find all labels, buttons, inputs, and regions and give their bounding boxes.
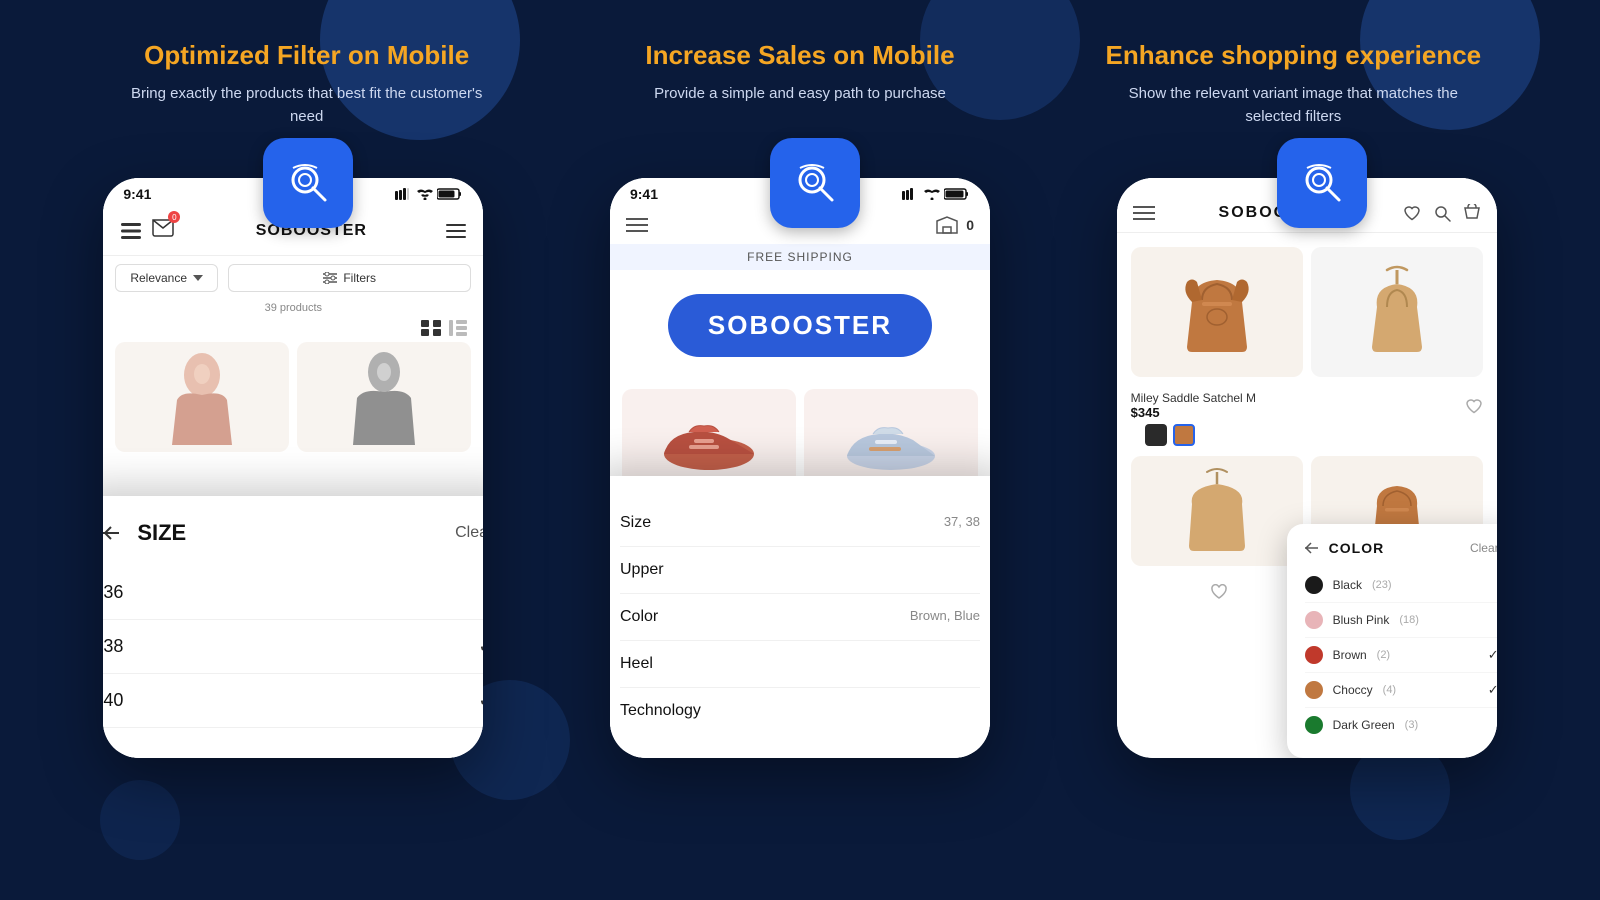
color-black[interactable]: Black (23) [1305,568,1497,603]
check-choccy: ✓ [1488,682,1497,698]
filter-technology[interactable]: Technology [620,688,980,734]
product-thumb-2 [297,342,471,452]
feature-desc-3: Show the relevant variant image that mat… [1103,83,1483,128]
feature-desc-1: Bring exactly the products that best fit… [117,83,497,128]
app-badge-1 [263,138,353,228]
feature-block-1: Optimized Filter on Mobile Bring exactly… [117,40,497,128]
swatch-dark[interactable] [1145,424,1167,446]
check-brown: ✓ [1488,647,1497,663]
phone-1-frame: 9:41 0 SOBOO [103,178,483,758]
phone1-time: 9:41 [123,186,151,202]
color-panel-title: COLOR [1329,540,1385,556]
feature-block-2: Increase Sales on Mobile Provide a simpl… [610,40,990,128]
color-brown[interactable]: Brown (2) ✓ [1305,638,1497,673]
filter-button[interactable]: Filters [228,264,471,292]
phone-3-frame: SOBOOSTER [1117,178,1497,758]
products-count: 39 products [103,300,483,320]
check-38: ✓ [478,636,483,657]
filter-heel[interactable]: Heel [620,641,980,688]
sort-dropdown[interactable]: Relevance [115,264,218,292]
product-info: Miley Saddle Satchel M $345 [1117,391,1497,452]
size-clear-button[interactable]: Clear [455,524,483,542]
bags-grid [1117,233,1497,391]
bag-2 [1311,247,1483,377]
color-dot-blush [1305,611,1323,629]
color-clear-button[interactable]: Clear [1470,541,1497,555]
filter-popup: Size 37, 38 Upper Color Brown, Blue Heel… [610,476,990,758]
product-price: $345 [1131,405,1256,420]
free-shipping-bar: FREE SHIPPING [610,244,990,270]
color-dot-choccy [1305,681,1323,699]
feature-block-3: Enhance shopping experience Show the rel… [1103,40,1483,128]
size-panel-title: SIZE [137,520,186,546]
bag-1 [1131,247,1303,377]
feature-title-1: Optimized Filter on Mobile [117,40,497,71]
phone2-brand: SOBOOSTER [708,310,892,341]
check-40: ✓ [478,690,483,711]
shoe-1 [622,389,796,489]
feature-title-2: Increase Sales on Mobile [610,40,990,71]
color-dot-brown [1305,646,1323,664]
phone-3-wrapper: SOBOOSTER [1097,148,1517,758]
phone3-header-icons [1403,204,1481,222]
feature-desc-2: Provide a simple and easy path to purcha… [610,83,990,106]
swatch-brown[interactable] [1173,424,1195,446]
filter-color[interactable]: Color Brown, Blue [620,594,980,641]
color-dark-green[interactable]: Dark Green (3) [1305,708,1497,742]
app-badge-2 [770,138,860,228]
filter-upper[interactable]: Upper [620,547,980,594]
size-item-36[interactable]: 36 [103,566,483,620]
phone-2-frame: 9:41 0 FREE SHIPPING [610,178,990,758]
filter-size[interactable]: Size 37, 38 [620,500,980,547]
feature-title-3: Enhance shopping experience [1103,40,1483,71]
phone-1-wrapper: 9:41 0 SOBOO [83,148,503,758]
size-filter-panel: SIZE Clear 36 38 ✓ 40 ✓ [103,496,483,758]
color-swatches [1131,420,1483,452]
size-item-40[interactable]: 40 ✓ [103,674,483,728]
color-filter-panel: COLOR Clear Black (23) Blush [1287,524,1497,758]
bag-3 [1131,456,1303,566]
phone2-time: 9:41 [630,186,658,202]
app-badge-3 [1277,138,1367,228]
color-choccy[interactable]: Choccy (4) ✓ [1305,673,1497,708]
product-thumb-1 [115,342,289,452]
color-dot-black [1305,576,1323,594]
color-blush-pink[interactable]: Blush Pink (18) [1305,603,1497,638]
size-item-38[interactable]: 38 ✓ [103,620,483,674]
phone-2-wrapper: 9:41 0 FREE SHIPPING [590,148,1010,758]
shoe-2 [804,389,978,489]
color-dot-darkgreen [1305,716,1323,734]
product-name: Miley Saddle Satchel M [1131,391,1256,405]
